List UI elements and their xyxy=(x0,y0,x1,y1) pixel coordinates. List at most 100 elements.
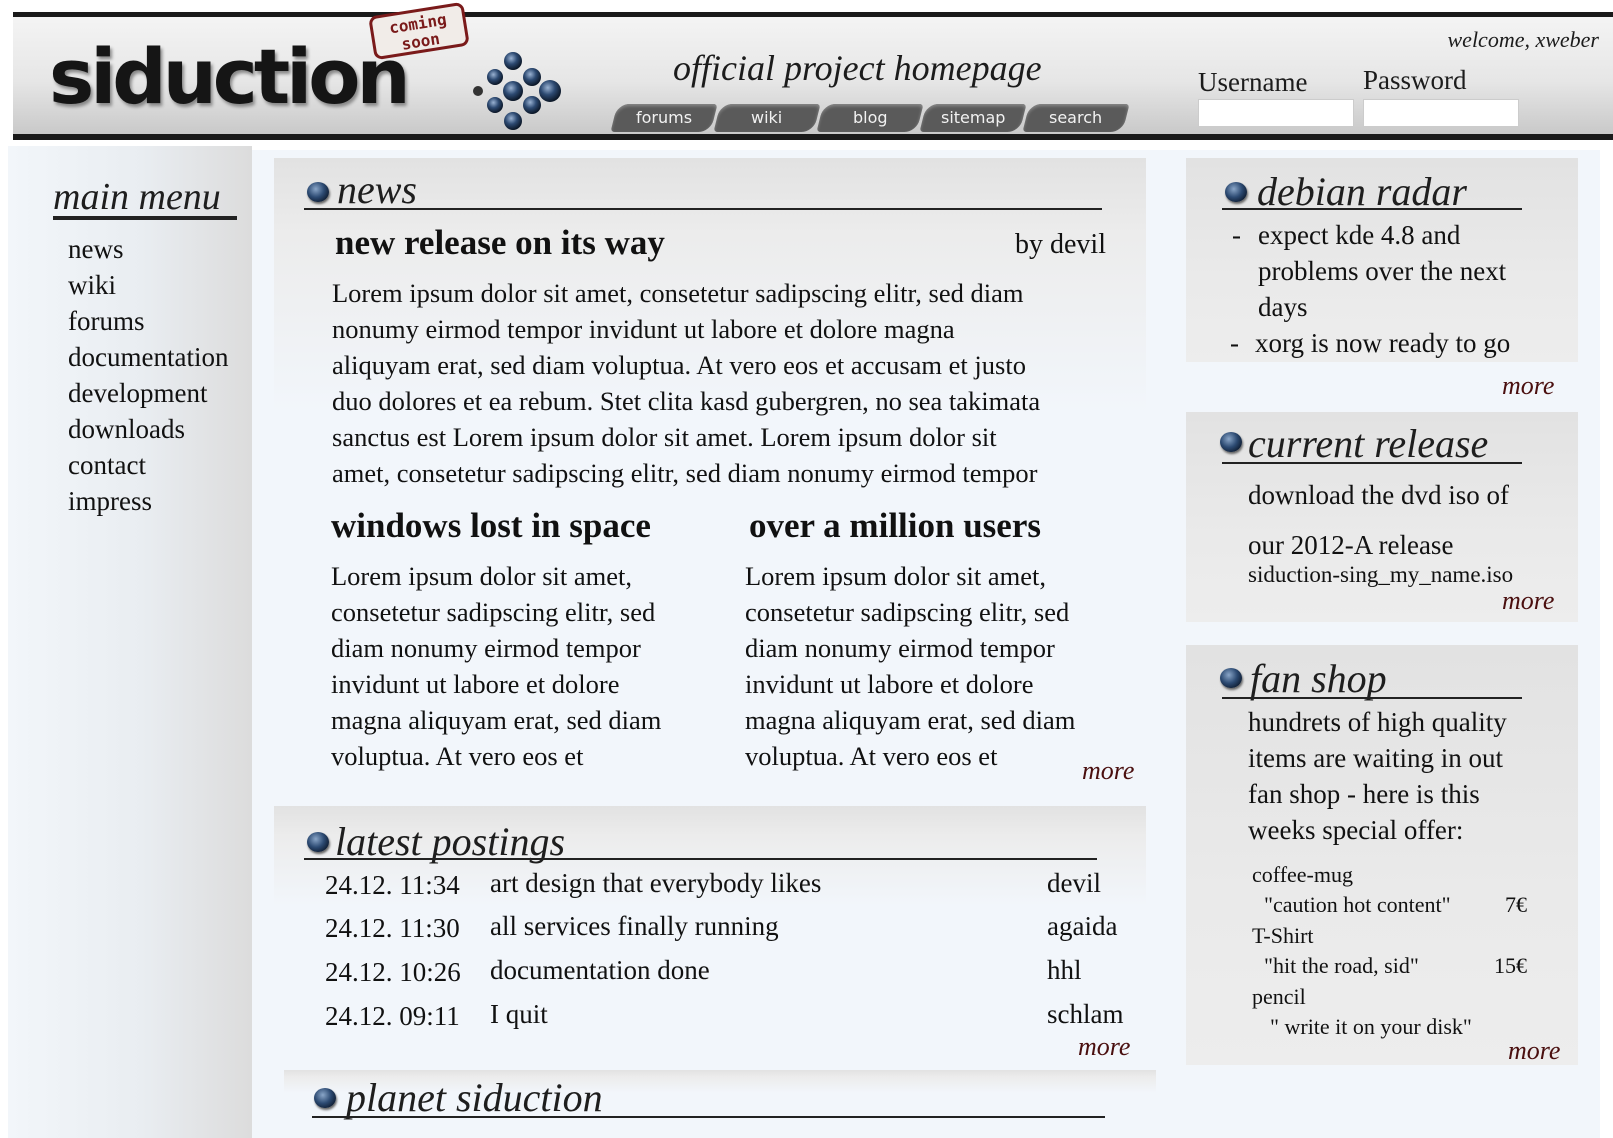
menu-item-downloads[interactable]: downloads xyxy=(68,416,185,443)
body-line: invidunt ut labore et dolore xyxy=(331,669,620,699)
menu-item-contact[interactable]: contact xyxy=(68,452,146,479)
password-field[interactable] xyxy=(1363,99,1519,127)
radar-bullet: - xyxy=(1230,328,1239,358)
radar-bullet: - xyxy=(1232,220,1241,250)
planet-rule xyxy=(312,1116,1105,1118)
latest-postings-rule xyxy=(304,858,1097,860)
body-line: consetetur sadipscing elitr, sed xyxy=(331,597,656,627)
username-label: Username xyxy=(1198,67,1308,97)
lead-article-body: Lorem ipsum dolor sit amet, consetetur s… xyxy=(332,275,1132,491)
news-section-title: news xyxy=(337,167,417,212)
shop-item-name: coffee-mug xyxy=(1252,862,1353,887)
nav-tab-sitemap[interactable]: sitemap xyxy=(919,104,1027,132)
body-line: invidunt ut labore et dolore xyxy=(745,669,1034,699)
nav-label: forums xyxy=(635,108,693,127)
nav-tab-search[interactable]: search xyxy=(1022,104,1130,132)
menu-item-news[interactable]: news xyxy=(68,236,124,263)
shop-line: weeks special offer: xyxy=(1248,815,1464,845)
release-iso-link[interactable]: siduction-sing_my_name.iso xyxy=(1248,563,1513,586)
fan-shop-intro: hundrets of high quality items are waiti… xyxy=(1248,704,1568,848)
lead-article-headline[interactable]: new release on its way xyxy=(335,225,665,260)
shop-item-desc: " write it on your disk" xyxy=(1270,1014,1472,1039)
shop-line: hundrets of high quality xyxy=(1248,707,1507,737)
current-release-title: current release xyxy=(1248,421,1489,466)
nav-tab-blog[interactable]: blog xyxy=(816,104,924,132)
bullet-ball-icon xyxy=(314,1088,336,1108)
shop-item-desc: "hit the road, sid" xyxy=(1264,953,1419,978)
fan-shop-title: fan shop xyxy=(1250,656,1387,701)
posting-subject[interactable]: all services finally running xyxy=(490,913,779,940)
bullet-ball-icon xyxy=(307,182,329,202)
nav-label: blog xyxy=(852,108,888,127)
posting-subject[interactable]: I quit xyxy=(490,1001,548,1028)
coming-soon-stamp: coming soon xyxy=(368,1,470,61)
menu-item-impress[interactable]: impress xyxy=(68,488,152,515)
body-line: sanctus est Lorem ipsum dolor sit amet. … xyxy=(332,422,997,452)
release-description: download the dvd iso of our 2012-A relea… xyxy=(1248,470,1568,570)
body-line: magna aliquyam erat, sed diam xyxy=(331,705,662,735)
logo-dots-icon xyxy=(473,52,561,130)
body-line: diam nonumy eirmod tempor xyxy=(331,633,641,663)
nav-label: sitemap xyxy=(940,108,1006,127)
news-more-link[interactable]: more xyxy=(1082,758,1134,784)
body-line: amet, consetetur sadipscing elitr, sed d… xyxy=(332,458,1038,488)
radar-item[interactable]: expect kde 4.8 and problems over the nex… xyxy=(1258,217,1578,325)
nav-label: search xyxy=(1049,108,1103,127)
left-sidebar xyxy=(8,146,252,1138)
release-more-link[interactable]: more xyxy=(1502,588,1554,614)
posting-time: 24.12. 10:26 xyxy=(325,957,461,987)
postings-more-link[interactable]: more xyxy=(1078,1034,1130,1060)
article-headline-users[interactable]: over a million users xyxy=(749,508,1041,543)
bullet-ball-icon xyxy=(1220,432,1242,452)
lead-article-author: by devil xyxy=(1015,229,1106,260)
body-line: voluptua. At vero eos et xyxy=(331,741,584,771)
debian-radar-title: debian radar xyxy=(1257,169,1467,214)
menu-item-wiki[interactable]: wiki xyxy=(68,272,116,299)
radar-more-link[interactable]: more xyxy=(1502,373,1554,399)
shop-item-name: T-Shirt xyxy=(1252,923,1314,948)
main-menu-title: main menu xyxy=(53,176,221,218)
nav-label: wiki xyxy=(751,108,783,127)
article-body-windows: Lorem ipsum dolor sit amet, consetetur s… xyxy=(331,558,731,774)
menu-item-documentation[interactable]: documentation xyxy=(68,344,228,371)
site-tagline: official project homepage xyxy=(673,48,1042,88)
welcome-message: welcome, xweber xyxy=(1447,27,1600,52)
posting-subject[interactable]: art design that everybody likes xyxy=(490,870,821,897)
password-label: Password xyxy=(1363,65,1467,95)
body-line: nonumy eirmod tempor invidunt ut labore … xyxy=(332,314,955,344)
nav-tab-wiki[interactable]: wiki xyxy=(713,104,821,132)
bullet-ball-icon xyxy=(1220,668,1242,688)
shop-item-name: pencil xyxy=(1252,984,1306,1009)
current-release-rule xyxy=(1222,462,1522,464)
menu-item-development[interactable]: development xyxy=(68,380,207,407)
radar-line: days xyxy=(1258,292,1308,322)
radar-item[interactable]: xorg is now ready to go xyxy=(1255,325,1575,361)
posting-time: 24.12. 11:34 xyxy=(325,870,460,900)
shop-more-link[interactable]: more xyxy=(1508,1038,1560,1064)
posting-author: devil xyxy=(1047,868,1101,898)
posting-time: 24.12. 09:11 xyxy=(325,1001,460,1031)
posting-subject[interactable]: documentation done xyxy=(490,957,710,984)
posting-author: hhl xyxy=(1047,955,1082,985)
site-header: siduction coming soon official project h… xyxy=(13,1,1613,140)
shop-item-desc: "caution hot content" xyxy=(1264,892,1451,917)
body-line: diam nonumy eirmod tempor xyxy=(745,633,1055,663)
nav-tab-forums[interactable]: forums xyxy=(610,104,718,132)
menu-item-forums[interactable]: forums xyxy=(68,308,145,335)
body-line: Lorem ipsum dolor sit amet, xyxy=(331,561,633,591)
bullet-ball-icon xyxy=(307,832,329,852)
main-menu-underline xyxy=(53,216,237,220)
body-line: Lorem ipsum dolor sit amet, consetetur s… xyxy=(332,278,1024,308)
article-headline-windows[interactable]: windows lost in space xyxy=(331,508,651,543)
posting-time: 24.12. 11:30 xyxy=(325,913,460,943)
username-field[interactable] xyxy=(1198,99,1354,127)
posting-author: schlam xyxy=(1047,999,1124,1029)
body-line: consetetur sadipscing elitr, sed xyxy=(745,597,1070,627)
body-line: magna aliquyam erat, sed diam xyxy=(745,705,1076,735)
latest-postings-title: latest postings xyxy=(335,819,566,864)
news-title-rule xyxy=(304,208,1102,210)
shop-item-price: 7€ xyxy=(1505,892,1527,917)
bullet-ball-icon xyxy=(1225,182,1247,202)
body-line: duo dolores et ea rebum. Stet clita kasd… xyxy=(332,386,1041,416)
site-logo[interactable]: siduction xyxy=(49,39,411,115)
